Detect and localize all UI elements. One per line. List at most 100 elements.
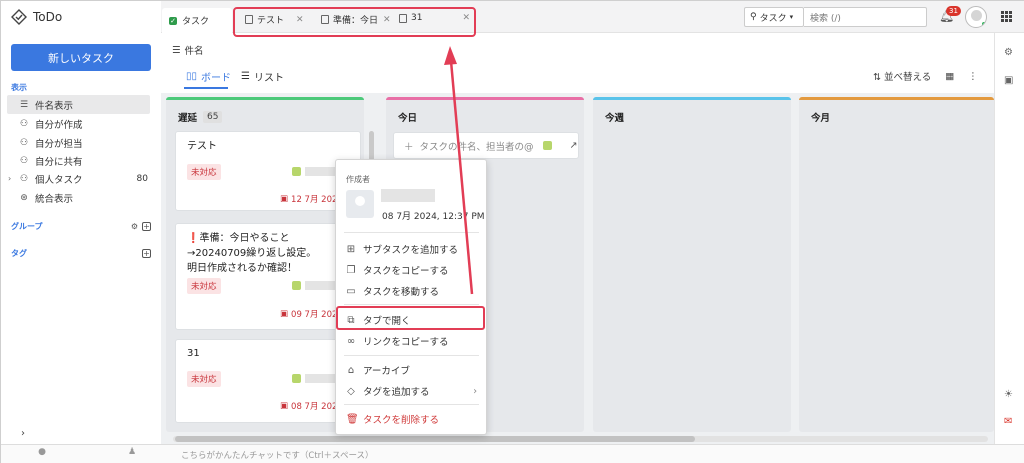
column-title: 今日	[398, 113, 418, 124]
column-this-week: 今週	[593, 97, 791, 432]
sidebar-item-merged-view[interactable]: ⊛ 統合表示	[7, 188, 150, 207]
plus-icon: ＋	[404, 141, 414, 153]
avatar	[346, 190, 374, 218]
user-check-icon: ⚇	[19, 137, 29, 148]
sidebar-item-assigned-to-me[interactable]: ⚇ 自分が担当	[7, 133, 150, 152]
menu-item-delete-task[interactable]: 🗑︎ タスクを削除する	[346, 412, 481, 427]
tab-tasks[interactable]: ✓ タスク	[162, 8, 232, 33]
creator-label: 作成者	[346, 175, 370, 184]
divider	[344, 304, 479, 305]
subtask-icon: ⊞	[346, 243, 356, 255]
task-title: ❗準備：今日やること →20240709繰り返し設定。 明日作成されるか確認！	[187, 233, 317, 274]
horizontal-scrollbar[interactable]	[173, 436, 988, 442]
chevron-right-icon[interactable]: ›	[8, 174, 11, 183]
sidebar: ToDo 新しいタスク 表示 ☰ 件名表示 ⚇ 自分が作成 ⚇ 自分が担当 ⚇ …	[1, 1, 161, 446]
search-type-select[interactable]: ⚲ タスク ▾	[744, 7, 804, 27]
app-window: ToDo 新しいタスク 表示 ☰ 件名表示 ⚇ 自分が作成 ⚇ 自分が担当 ⚇ …	[0, 0, 1024, 463]
columns-icon[interactable]: ▦	[945, 71, 954, 82]
add-tag-icon[interactable]: +	[142, 249, 151, 258]
more-icon[interactable]: ⋮	[968, 71, 978, 82]
sidebar-item-personal-tasks[interactable]: › ⚇ 個人タスク 80	[7, 169, 150, 188]
todo-logo-icon	[11, 9, 27, 25]
add-task-input[interactable]: ＋ タスクの件名、担当者の@ ↗	[393, 132, 579, 159]
link-icon: ∞	[346, 335, 356, 347]
status-badge[interactable]: 未対応	[187, 371, 221, 387]
status-badge[interactable]: 未対応	[187, 278, 221, 294]
add-task-placeholder: タスクの件名、担当者の@	[419, 141, 534, 153]
chevron-right-icon: ›	[473, 385, 477, 397]
sidebar-item-label: 個人タスク	[35, 174, 83, 186]
task-card[interactable]: テスト 未対応 ▣ 12 7月 2024	[175, 131, 361, 211]
sidebar-item-created-by-me[interactable]: ⚇ 自分が作成	[7, 114, 150, 133]
active-tab-indicator	[184, 87, 228, 89]
app-name: ToDo	[33, 10, 63, 24]
avatar[interactable]	[965, 6, 987, 28]
chat-input[interactable]: こちらがかんたんチャットです（Ctrl＋スペース）	[181, 449, 374, 461]
tag-chip	[292, 281, 301, 290]
column-count: 65	[203, 111, 223, 123]
sidebar-item-shared-with-me[interactable]: ⚇ 自分に共有	[7, 151, 150, 170]
tag-chip[interactable]	[542, 141, 552, 150]
group-section-title: グループ	[11, 222, 43, 231]
tag-section-header: タグ +	[11, 248, 151, 259]
task-card[interactable]: ❗準備：今日やること →20240709繰り返し設定。 明日作成されるか確認！ …	[175, 223, 361, 330]
tab-label: リスト	[253, 73, 284, 84]
created-at: 08 7月 2024, 12:37 PM	[382, 212, 485, 222]
page-title: ☰ 件名	[172, 43, 204, 58]
board-icon: ▯▯	[186, 71, 198, 82]
menu-item-copy-link[interactable]: ∞ リンクをコピーする	[346, 334, 481, 349]
task-title: テスト	[187, 141, 217, 152]
expand-sidebar-icon[interactable]: ›	[21, 428, 25, 439]
column-title: 今月	[811, 113, 831, 124]
open-in-tab-highlight-box	[336, 306, 485, 330]
status-badge[interactable]: 未対応	[187, 164, 221, 180]
task-card[interactable]: 31 未対応 ▣ 08 7月 2024	[175, 339, 361, 423]
divider	[344, 355, 479, 356]
theme-icon[interactable]: ☀	[1004, 389, 1013, 400]
new-task-button[interactable]: 新しいタスク	[11, 44, 151, 71]
column-this-month: 今月	[799, 97, 994, 432]
divider	[344, 232, 479, 233]
panel-icon[interactable]: ▣	[1004, 75, 1013, 86]
calendar-icon: ▣	[280, 309, 289, 319]
due-date: ▣ 12 7月 2024	[280, 194, 343, 205]
bottom-bar: ● ♟ こちらがかんたんチャットです（Ctrl＋スペース）	[1, 444, 1024, 463]
copy-icon: ❐	[346, 264, 356, 276]
task-title: 31	[187, 348, 200, 359]
tag-chip	[292, 167, 301, 176]
menu-item-move-task[interactable]: ▭ タスクを移動する	[346, 284, 481, 299]
search-input[interactable]: 検索 (/)	[804, 7, 927, 27]
tab-list[interactable]: ☰ リスト	[241, 69, 284, 84]
sidebar-item-subject[interactable]: ☰ 件名表示	[7, 95, 150, 114]
column-scrollbar[interactable]	[369, 131, 374, 161]
column-title: 今週	[605, 113, 625, 124]
menu-item-add-tag[interactable]: ◇ タグを追加する ›	[346, 384, 481, 399]
menu-item-add-subtask[interactable]: ⊞ サブタスクを追加する	[346, 242, 481, 257]
search-type-label: タスク	[759, 13, 787, 24]
notification-badge: 31	[946, 6, 961, 16]
settings-icon[interactable]: ⚙	[1004, 47, 1013, 58]
contacts-icon[interactable]: ♟	[121, 448, 143, 457]
menu-item-archive[interactable]: ⌂ アーカイブ	[346, 363, 481, 378]
add-group-icon[interactable]: +	[142, 222, 151, 231]
display-section-title: 表示	[11, 83, 27, 92]
apps-grid-icon[interactable]	[1001, 11, 1012, 22]
scrollbar-thumb[interactable]	[175, 436, 695, 442]
divider	[344, 404, 479, 405]
task-check-icon: ✓	[169, 16, 177, 25]
chat-icon[interactable]: ●	[31, 448, 53, 457]
context-menu: 作成者 08 7月 2024, 12:37 PM ⊞ サブタスクを追加する ❐ …	[335, 159, 487, 435]
sidebar-item-label: 件名表示	[35, 100, 74, 112]
app-logo: ToDo	[11, 9, 62, 25]
calendar-icon: ▣	[280, 401, 289, 411]
sort-button[interactable]: ⇅ 並べ替える	[873, 69, 931, 83]
group-settings-icon[interactable]: ⚙	[131, 222, 138, 231]
tab-board[interactable]: ▯▯ ボード	[186, 69, 231, 84]
creator-name	[381, 189, 435, 202]
menu-item-copy-task[interactable]: ❐ タスクをコピーする	[346, 263, 481, 278]
feedback-icon[interactable]: ✉	[1004, 416, 1012, 427]
column-color-bar	[386, 97, 584, 100]
tag-chip	[292, 374, 301, 383]
expand-arrow-icon[interactable]: ↗	[570, 140, 578, 151]
tag-section-title: タグ	[11, 249, 27, 258]
